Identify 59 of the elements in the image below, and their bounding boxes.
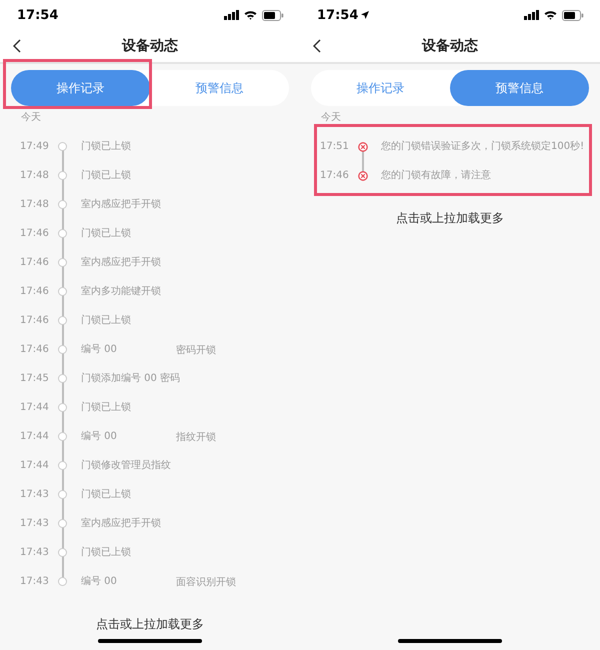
status-time: 17:54 [17,8,58,22]
entry-time: 17:49 [20,141,50,152]
battery-icon [562,10,584,20]
wifi-icon [244,10,257,20]
wifi-icon [544,10,557,20]
entry-text: 门锁已上锁 [81,226,132,240]
entry-time: 17:45 [20,373,50,384]
entry-time: 17:44 [20,460,50,471]
entry-detail: 指纹开锁 [176,430,216,444]
tab[interactable]: 操作记录 [11,70,150,106]
entry-time: 17:46 [20,286,50,297]
date-label: 今天 [21,111,41,124]
entry-time: 17:43 [20,489,50,500]
entry-text: 门锁已上锁 [81,546,132,560]
entry-text: 门锁修改管理员指纹 [81,458,172,472]
tab[interactable]: 预警信息 [450,70,589,106]
signal-icon [224,10,239,20]
entry-time: 17:48 [20,170,50,181]
entry-text: 门锁已上锁 [81,314,132,328]
entry-text: 室内感应把手开锁 [81,516,162,530]
entry-time: 17:46 [20,257,50,268]
entry-time: 17:44 [20,402,50,413]
page-title: 设备动态 [122,37,178,55]
battery-icon [262,10,284,20]
entry-time: 17:51 [320,141,350,152]
page-title: 设备动态 [422,37,478,55]
entry-time: 17:46 [20,228,50,239]
entry-time: 17:43 [20,576,50,587]
entry-text: 您的门锁有故障，请注意 [381,168,491,182]
entry-time: 17:43 [20,518,50,529]
entry-time: 17:48 [20,199,50,210]
entry-text: 门锁已上锁 [81,168,132,182]
load-more-link[interactable]: 点击或上拉加载更多 [96,616,204,633]
entry-detail: 面容识别开锁 [176,576,236,588]
back-icon[interactable] [313,39,321,53]
entry-text: 室内多功能键开锁 [81,284,162,298]
entry-text: 门锁已上锁 [81,400,132,414]
load-more-link[interactable]: 点击或上拉加载更多 [396,210,504,227]
tab[interactable]: 操作记录 [311,70,450,106]
back-icon[interactable] [13,39,21,53]
entry-text: 门锁已上锁 [81,140,132,154]
entry-text: 室内感应把手开锁 [81,256,162,270]
entry-time: 17:46 [320,170,350,181]
entry-text: 室内感应把手开锁 [81,198,162,212]
entry-text: 编号 00 [81,430,118,444]
status-time: 17:54 [317,8,358,22]
entry-text: 您的门锁错误验证多次，门锁系统锁定100秒! [381,140,584,154]
entry-text: 门锁添加编号 00 密码 [81,372,180,386]
entry-text: 编号 00 [81,574,118,588]
entry-text: 编号 00 [81,342,118,356]
entry-time: 17:46 [20,315,50,326]
entry-detail: 密码开锁 [176,344,216,356]
signal-icon [524,10,539,20]
entry-time: 17:43 [20,547,50,558]
entry-time: 17:44 [20,431,50,442]
entry-time: 17:46 [20,344,50,355]
date-label: 今天 [321,111,341,124]
entry-text: 门锁已上锁 [81,488,132,502]
tab[interactable]: 预警信息 [150,70,289,106]
